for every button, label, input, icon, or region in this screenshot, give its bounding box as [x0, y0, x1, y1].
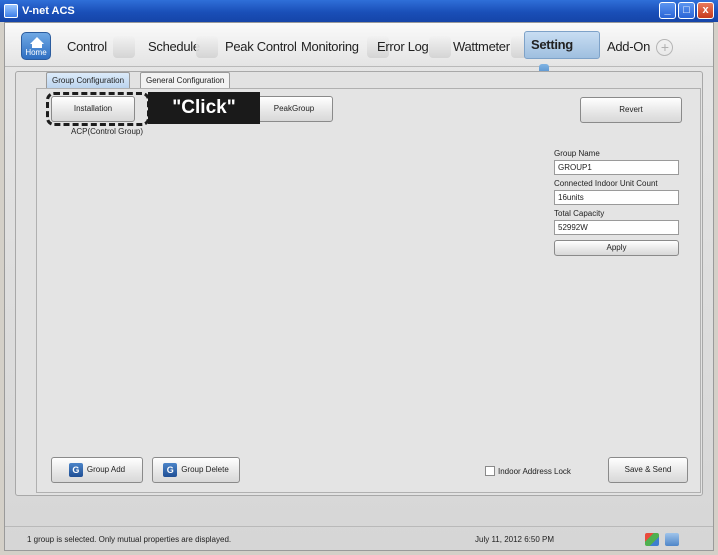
title-bar: V-net ACS _ □ x	[0, 0, 718, 22]
monitor-icon[interactable]	[665, 533, 679, 546]
click-highlight-box	[46, 92, 150, 126]
close-button[interactable]: x	[697, 2, 714, 19]
network-status-icon[interactable]	[645, 533, 659, 546]
apply-button[interactable]: Apply	[554, 240, 679, 256]
status-bar: 1 group is selected. Only mutual propert…	[5, 526, 713, 550]
home-label: Home	[25, 48, 47, 57]
group-name-label: Group Name	[554, 149, 600, 158]
error-log-icon	[429, 36, 451, 58]
schedule-icon	[196, 36, 218, 58]
control-icon	[113, 36, 135, 58]
group-name-field[interactable]: GROUP1	[554, 160, 679, 175]
maximize-button[interactable]: □	[678, 2, 695, 19]
main-nav: Home Control Schedule Peak Control Monit…	[5, 23, 713, 80]
group-icon: G	[68, 462, 83, 477]
indoor-address-lock-checkbox[interactable]	[485, 466, 495, 476]
home-icon-body	[32, 43, 42, 48]
peak-group-button[interactable]: PeakGroup	[255, 96, 333, 122]
group-configuration-panel: Installation PeakGroup Revert ACP(Contro…	[36, 88, 701, 493]
tab-schedule[interactable]: Schedule	[148, 34, 218, 60]
capacity-field[interactable]: 52992W	[554, 220, 679, 235]
status-datetime: July 11, 2012 6:50 PM	[475, 535, 555, 544]
app-icon	[4, 4, 18, 18]
revert-button[interactable]: Revert	[580, 97, 682, 123]
tab-wattmeter[interactable]: Wattmeter	[453, 34, 533, 60]
unit-count-label: Connected Indoor Unit Count	[554, 179, 658, 188]
group-icon: G	[163, 462, 178, 477]
minimize-button[interactable]: _	[659, 2, 676, 19]
content-area: Group Configuration General Configuratio…	[15, 71, 703, 496]
tab-control[interactable]: Control	[67, 34, 135, 60]
click-callout-label: "Click"	[148, 92, 260, 124]
window-title: V-net ACS	[22, 5, 75, 17]
unit-count-field[interactable]: 16units	[554, 190, 679, 205]
tab-monitoring[interactable]: Monitoring	[301, 34, 389, 60]
tab-group-configuration[interactable]: Group Configuration	[46, 72, 131, 88]
group-delete-button[interactable]: G Group Delete	[152, 457, 240, 483]
group-type-label: ACP(Control Group)	[71, 127, 144, 136]
save-send-button[interactable]: Save & Send	[608, 457, 688, 483]
tab-setting[interactable]: Setting	[524, 31, 600, 80]
tab-error-log[interactable]: Error Log	[377, 34, 451, 60]
capacity-label: Total Capacity	[554, 209, 605, 218]
tab-peak-control[interactable]: Peak Control	[225, 34, 297, 60]
plus-icon: +	[656, 39, 674, 57]
group-add-button[interactable]: G Group Add	[51, 457, 143, 483]
indoor-address-lock-label: Indoor Address Lock	[498, 467, 571, 476]
tab-general-configuration[interactable]: General Configuration	[140, 72, 231, 88]
tab-add-on[interactable]: Add-On +	[607, 34, 674, 60]
home-button[interactable]: Home	[21, 32, 51, 60]
status-message: 1 group is selected. Only mutual propert…	[27, 535, 232, 544]
